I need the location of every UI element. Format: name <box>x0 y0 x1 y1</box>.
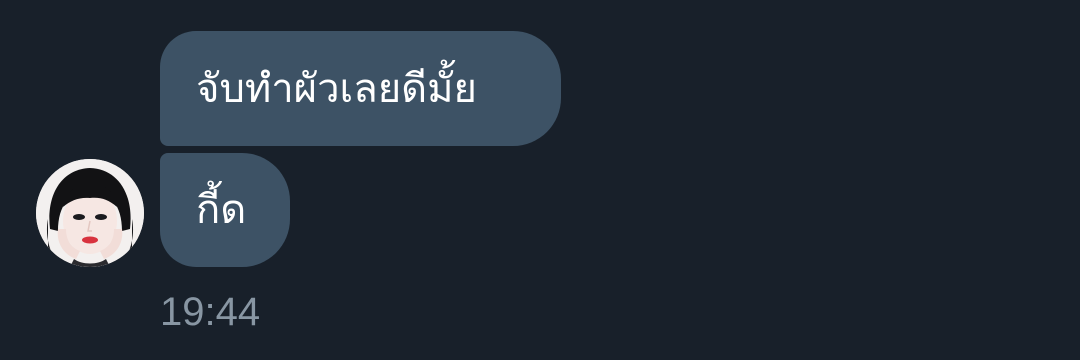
message-text: จับทำผัวเลยดีมั้ย <box>196 65 477 112</box>
message-thread: จับทำผัวเลยดีมั้ย กี้ด 19:44 <box>0 0 1080 360</box>
message-timestamp: 19:44 <box>160 290 261 334</box>
avatar-photo-icon <box>36 159 144 267</box>
avatar[interactable] <box>36 159 144 267</box>
message-bubble[interactable]: จับทำผัวเลยดีมั้ย <box>160 31 561 146</box>
message-bubble[interactable]: กี้ด <box>160 153 290 267</box>
message-text: กี้ด <box>196 187 247 233</box>
